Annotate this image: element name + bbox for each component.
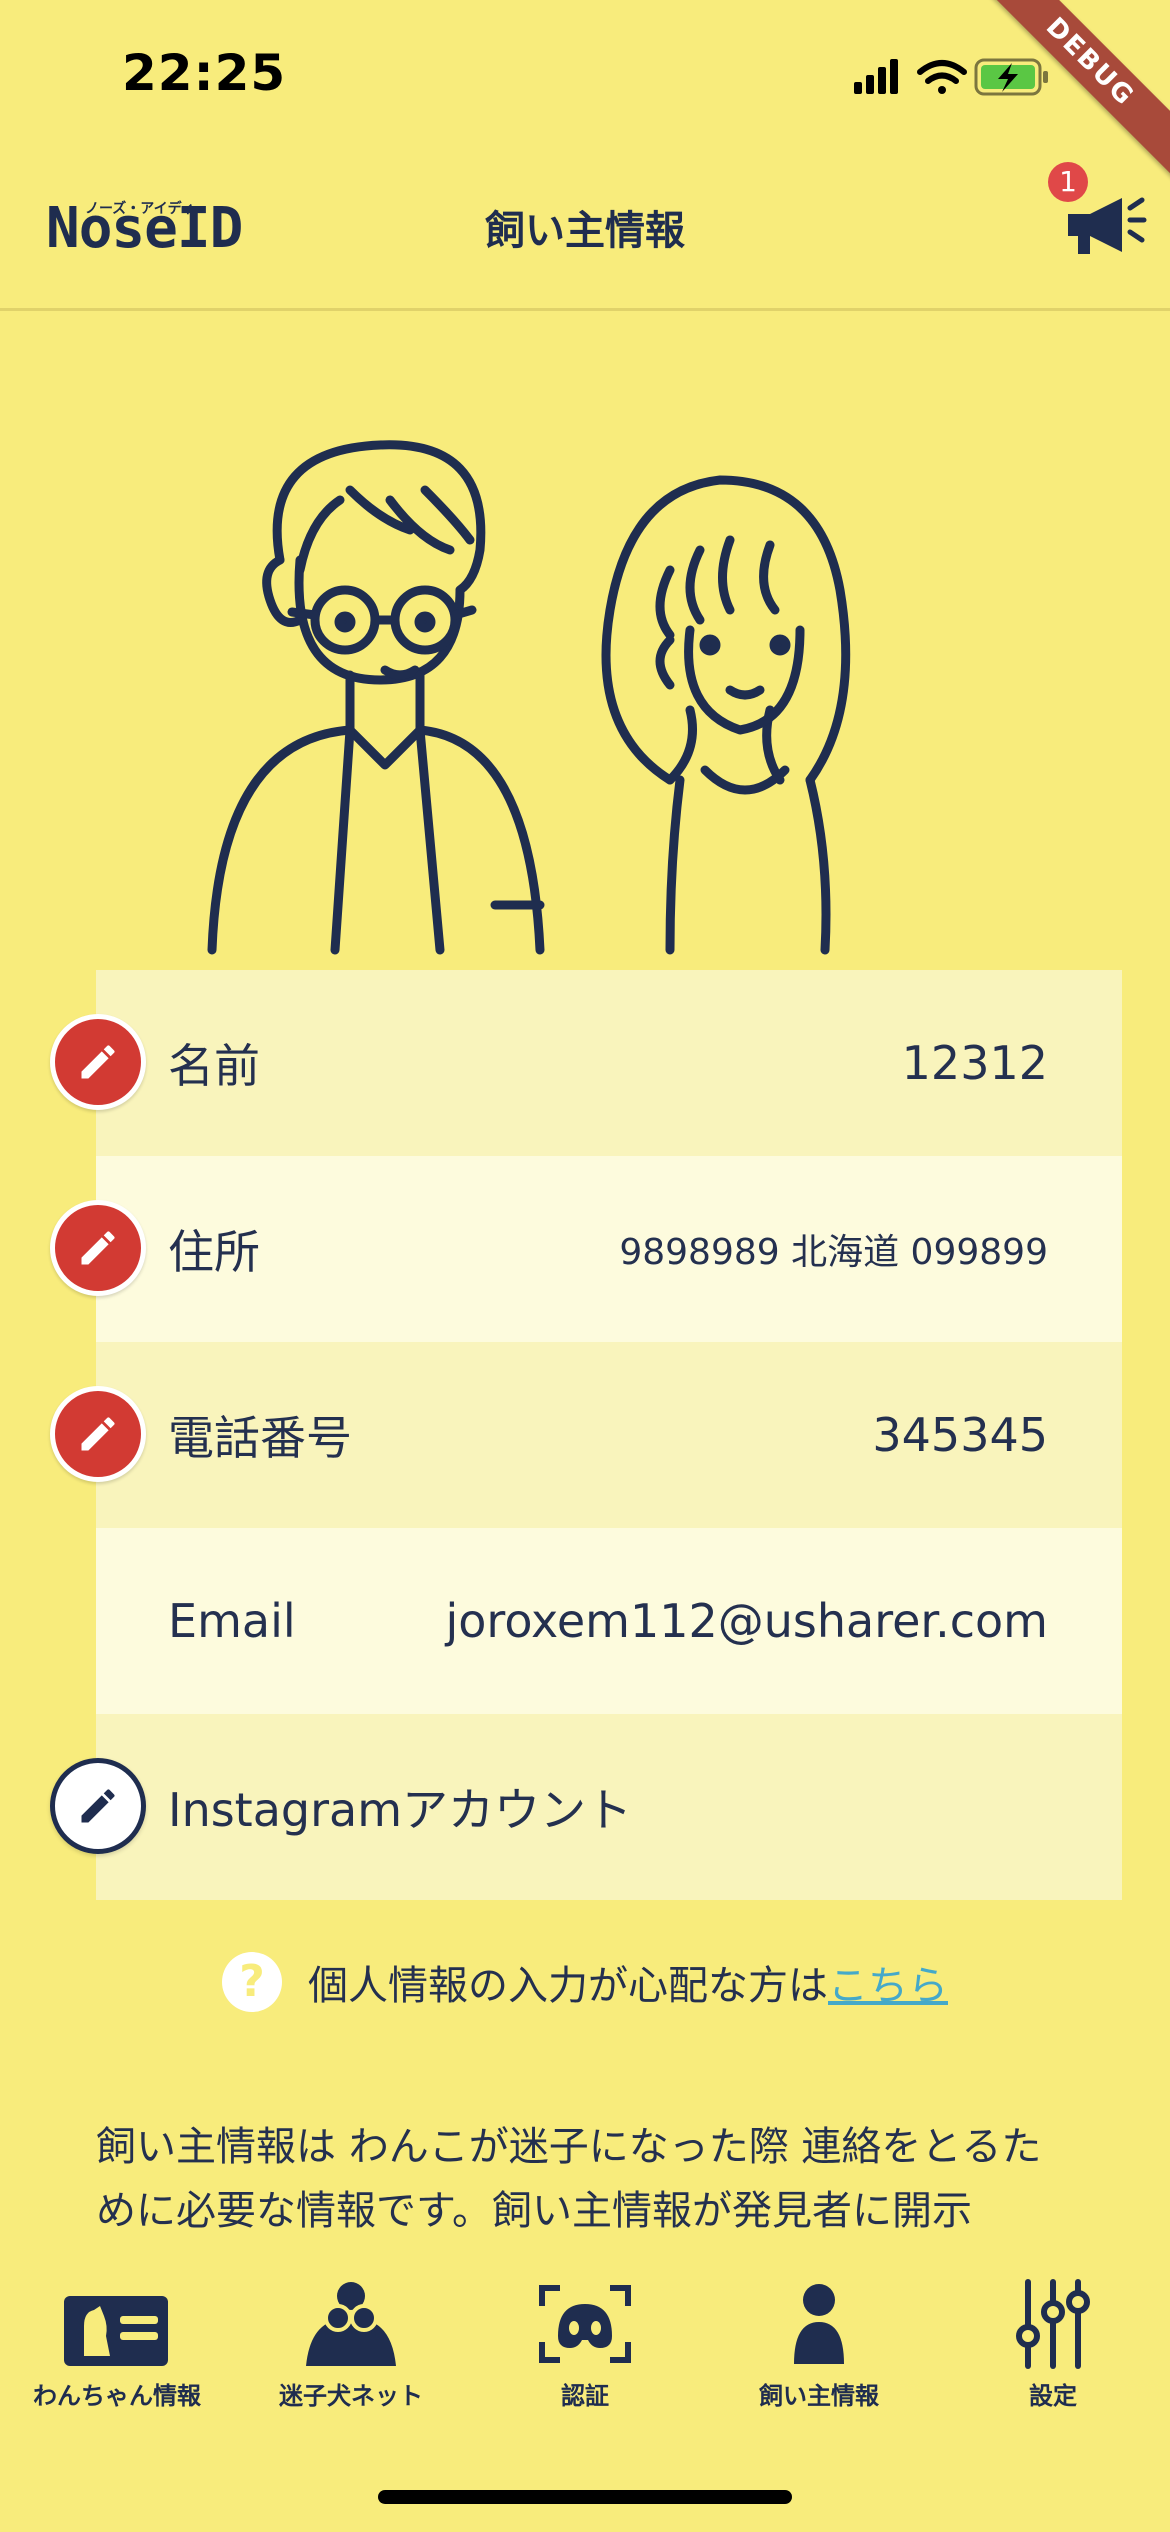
nav-owner-info[interactable]: 飼い主情報 <box>702 2258 936 2438</box>
home-indicator[interactable] <box>378 2490 792 2504</box>
info-row-address[interactable]: 住所 9898989 北海道 099899 <box>96 1156 1122 1342</box>
address-label: 住所 <box>168 1225 260 1279</box>
nav-settings[interactable]: 設定 <box>936 2258 1170 2438</box>
person-icon <box>794 2284 844 2364</box>
nose-scan-icon <box>539 2285 631 2363</box>
dog-card-icon <box>64 2296 168 2366</box>
signal-icon <box>854 59 898 94</box>
pencil-icon <box>81 1789 115 1823</box>
privacy-help-text: 個人情報の入力が心配な方は <box>308 1963 828 2009</box>
pencil-icon <box>81 1231 115 1265</box>
edit-address-button[interactable] <box>50 1200 146 1296</box>
wifi-icon <box>917 60 967 94</box>
nav-dog-info-label: わんちゃん情報 <box>33 2382 201 2410</box>
page-title: 飼い主情報 <box>485 208 685 254</box>
sliders-icon <box>1016 2279 1090 2369</box>
phone-value: 345345 <box>872 1408 1048 1462</box>
nav-lost-dog-net[interactable]: 迷子犬ネット <box>234 2258 468 2438</box>
nav-authentication[interactable]: 認証 <box>468 2258 702 2438</box>
instagram-label: Instagramアカウント <box>168 1783 633 1837</box>
name-label: 名前 <box>168 1039 260 1093</box>
pencil-icon <box>81 1045 115 1079</box>
owner-info-description: 飼い主情報は わんこが迷子になった際 連絡をとるために必要な情報です。飼い主情報… <box>96 2124 1042 2234</box>
owners-illustration <box>207 440 851 955</box>
nav-lost-dog-net-label: 迷子犬ネット <box>279 2382 423 2410</box>
nav-settings-label: 設定 <box>1029 2382 1077 2410</box>
info-row-instagram[interactable]: Instagramアカウント <box>96 1714 1122 1900</box>
info-row-email: Email joroxem112@usharer.com <box>96 1528 1122 1714</box>
email-value: joroxem112@usharer.com <box>445 1594 1049 1648</box>
privacy-help-row: ? 個人情報の入力が心配な方は こちら <box>0 1950 1170 2014</box>
pencil-icon <box>81 1417 115 1451</box>
info-row-phone[interactable]: 電話番号 345345 <box>96 1342 1122 1528</box>
nav-dog-info[interactable]: わんちゃん情報 <box>0 2258 234 2438</box>
info-row-name[interactable]: 名前 12312 <box>96 970 1122 1156</box>
edit-phone-button[interactable] <box>50 1386 146 1482</box>
address-value: 9898989 北海道 099899 <box>619 1232 1048 1273</box>
binoculars-icon <box>306 2282 396 2366</box>
name-value: 12312 <box>901 1036 1048 1090</box>
phone-label: 電話番号 <box>168 1411 352 1465</box>
owner-info-card: 名前 12312 住所 9898989 北海道 099899 電話番号 3453… <box>96 970 1122 1900</box>
notification-badge: 1 <box>1048 162 1088 202</box>
battery-icon <box>974 58 1048 96</box>
email-label: Email <box>168 1594 296 1648</box>
status-icons <box>854 58 1048 96</box>
edit-instagram-button[interactable] <box>50 1758 146 1854</box>
privacy-help-link[interactable]: こちら <box>828 1953 948 2011</box>
nav-owner-info-label: 飼い主情報 <box>759 2382 879 2410</box>
nav-authentication-label: 認証 <box>561 2382 609 2410</box>
edit-name-button[interactable] <box>50 1014 146 1110</box>
question-icon: ? <box>222 1952 282 2012</box>
status-time: 22:25 <box>122 44 287 102</box>
